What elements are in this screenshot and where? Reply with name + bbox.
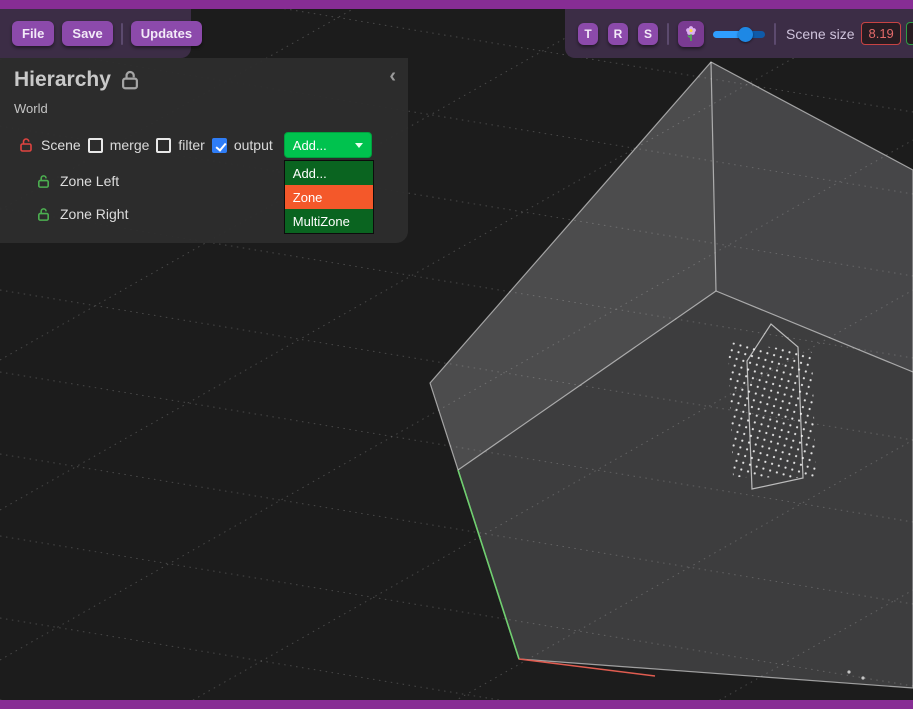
chevron-down-icon xyxy=(355,143,363,148)
flower-button[interactable] xyxy=(678,21,704,47)
output-checkbox[interactable] xyxy=(212,138,227,153)
slider-handle[interactable] xyxy=(738,27,753,42)
scene-bounds-box xyxy=(430,62,913,688)
translate-button[interactable]: T xyxy=(578,23,598,45)
updates-button[interactable]: Updates xyxy=(131,21,202,46)
dropdown-option-add[interactable]: Add... xyxy=(285,161,373,185)
scene-size-value-2[interactable]: 2 xyxy=(906,22,913,45)
tree-row-scene: Scene merge filter output Add... Add... … xyxy=(0,131,408,159)
dropdown-option-multizone[interactable]: MultiZone xyxy=(285,209,373,233)
lock-icon xyxy=(119,69,141,91)
toolbar-separator xyxy=(774,23,776,45)
scene-size-label: Scene size xyxy=(786,26,854,42)
merge-checkbox[interactable] xyxy=(88,138,103,153)
unlock-icon-red[interactable] xyxy=(18,137,34,153)
unlock-icon-green[interactable] xyxy=(36,174,51,189)
top-accent-strip xyxy=(0,0,913,9)
viewport-slider[interactable] xyxy=(713,26,765,42)
scale-button[interactable]: S xyxy=(638,23,658,45)
toolbar-left: File Save Updates xyxy=(0,9,191,58)
scene-node-label[interactable]: Scene xyxy=(41,137,81,153)
hierarchy-panel: ‹ Hierarchy World Scene merge filter out… xyxy=(0,58,408,243)
toolbar-separator xyxy=(121,23,123,45)
panel-title: Hierarchy xyxy=(14,68,111,92)
rotate-button[interactable]: R xyxy=(608,23,628,45)
unlock-icon-green[interactable] xyxy=(36,207,51,222)
save-button[interactable]: Save xyxy=(62,21,112,46)
dropdown-option-zone[interactable]: Zone xyxy=(285,185,373,209)
zone-left-label[interactable]: Zone Left xyxy=(60,173,119,189)
bottom-accent-strip xyxy=(0,700,913,709)
add-select-value: Add... xyxy=(293,138,327,153)
collapse-panel-button[interactable]: ‹ xyxy=(389,66,396,86)
add-dropdown-menu: Add... Zone MultiZone xyxy=(284,160,374,234)
filter-checkbox[interactable] xyxy=(156,138,171,153)
toolbar-right: T R S Scene size 8.19 2 xyxy=(565,9,913,58)
output-label: output xyxy=(234,137,273,153)
scene-size-value[interactable]: 8.19 xyxy=(861,22,900,45)
zone-right-label[interactable]: Zone Right xyxy=(60,206,128,222)
world-root-label: World xyxy=(0,101,408,116)
filter-label: filter xyxy=(178,137,204,153)
file-button[interactable]: File xyxy=(12,21,54,46)
toolbar-separator xyxy=(667,23,669,45)
merge-label: merge xyxy=(110,137,150,153)
flower-icon xyxy=(682,25,700,43)
add-dropdown-select[interactable]: Add... Add... Zone MultiZone xyxy=(284,132,372,158)
